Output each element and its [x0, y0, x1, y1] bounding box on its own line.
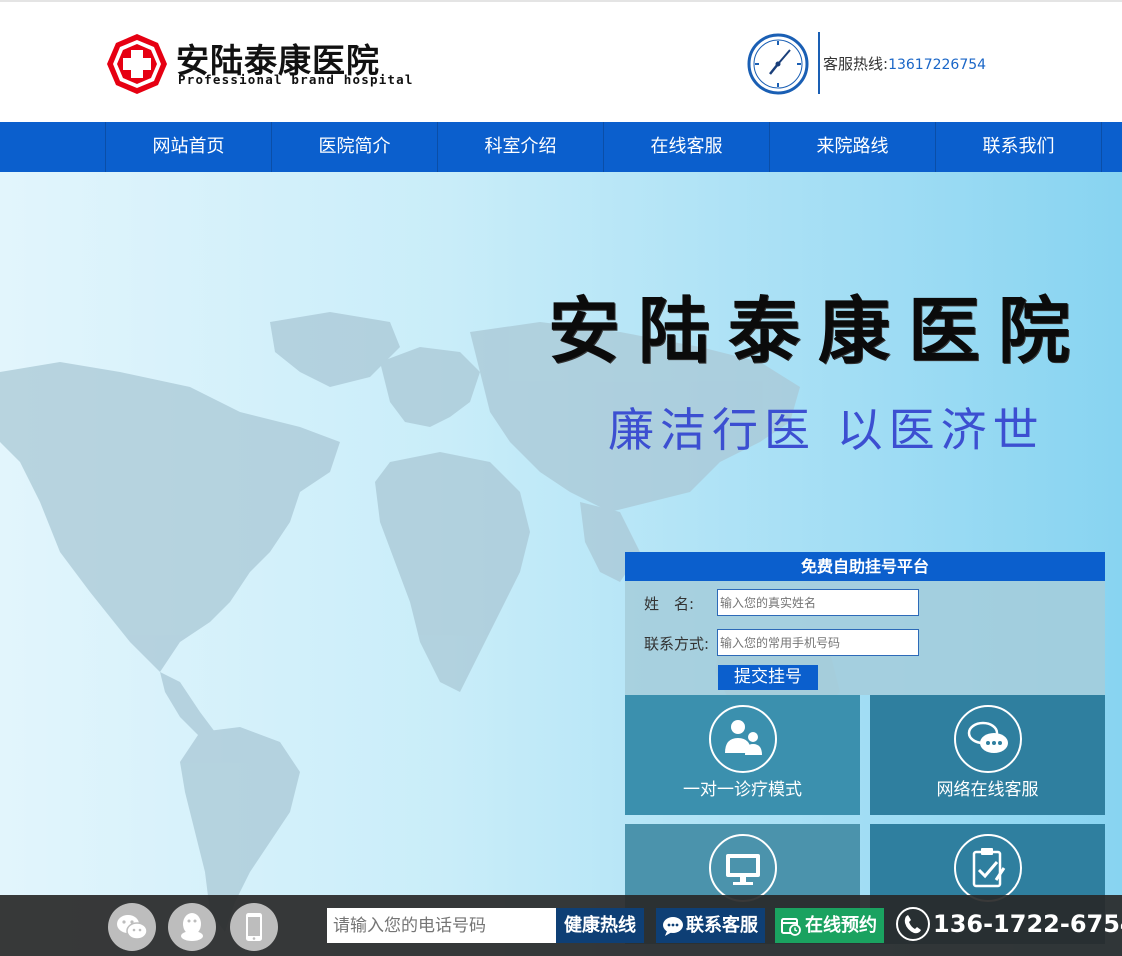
nav-item-about[interactable]: 医院简介 [272, 122, 438, 172]
users-icon [709, 705, 777, 773]
nav-item-directions[interactable]: 来院路线 [770, 122, 936, 172]
chat-bubbles-icon [954, 705, 1022, 773]
health-hotline-button[interactable]: 健康热线 [556, 908, 644, 943]
monitor-icon [709, 834, 777, 902]
nav-item-home[interactable]: 网站首页 [106, 122, 272, 172]
qq-icon [181, 913, 203, 941]
nav-item-online-service[interactable]: 在线客服 [604, 122, 770, 172]
qq-button[interactable] [168, 903, 216, 951]
hotline-label: 客服热线: [823, 55, 889, 73]
banner-slogan: 廉洁行医 以医济世 [608, 403, 1045, 457]
calendar-clock-icon [781, 918, 801, 936]
name-label: 姓 名: [644, 595, 695, 613]
hotline-divider [818, 32, 820, 94]
phone-label: 联系方式: [644, 635, 710, 653]
bottom-contact-bar: 健康热线 联系客服 在线预约 136-1722-6754 [0, 895, 1122, 956]
hotline-number[interactable]: 13617226754 [888, 57, 986, 73]
clock-icon [747, 33, 809, 95]
contact-service-label: 联系客服 [686, 915, 758, 936]
tile-label: 一对一诊疗模式 [683, 780, 802, 800]
customer-hotline: 客服热线:13617226754 [823, 53, 986, 74]
phone-row: 联系方式: [625, 629, 1105, 657]
wechat-icon [117, 915, 148, 940]
tile-one-on-one[interactable]: 一对一诊疗模式 [625, 695, 860, 815]
tile-label: 网络在线客服 [936, 780, 1039, 800]
tile-online-service[interactable]: 网络在线客服 [870, 695, 1105, 815]
phone-number-input[interactable] [327, 908, 556, 943]
name-row: 姓 名: [625, 589, 1105, 617]
hero-banner: 安陆泰康医院 廉洁行医 以医济世 免费自助挂号平台 姓 名: 联系方式: 提交挂… [0, 172, 1122, 956]
nav-item-departments[interactable]: 科室介绍 [438, 122, 604, 172]
clipboard-icon [954, 834, 1022, 902]
telephone-icon [896, 907, 930, 941]
main-nav: 网站首页 医院简介 科室介绍 在线客服 来院路线 联系我们 [0, 122, 1122, 172]
logo-subtitle: Professional brand hospital [178, 72, 414, 87]
submit-registration-button[interactable]: 提交挂号 [718, 665, 818, 690]
site-logo[interactable]: 安陆泰康医院 Professional brand hospital [106, 32, 412, 98]
online-booking-button[interactable]: 在线预约 [775, 908, 884, 943]
mobile-phone-icon [246, 913, 262, 941]
red-cross-icon [107, 34, 167, 94]
phone-input[interactable] [717, 629, 919, 656]
registration-form: 免费自助挂号平台 姓 名: 联系方式: 提交挂号 [625, 552, 1105, 695]
bottom-phone-number-text: 136-1722-6754 [933, 910, 1122, 938]
online-booking-label: 在线预约 [805, 915, 877, 936]
contact-service-button[interactable]: 联系客服 [656, 908, 765, 943]
banner-title: 安陆泰康医院 [548, 288, 1089, 373]
nav-item-contact[interactable]: 联系我们 [936, 122, 1102, 172]
name-input[interactable] [717, 589, 919, 616]
chat-icon [663, 917, 683, 936]
site-header: 安陆泰康医院 Professional brand hospital 客服热线:… [0, 2, 1122, 122]
mobile-button[interactable] [230, 903, 278, 951]
form-title: 免费自助挂号平台 [625, 552, 1105, 581]
wechat-button[interactable] [108, 903, 156, 951]
